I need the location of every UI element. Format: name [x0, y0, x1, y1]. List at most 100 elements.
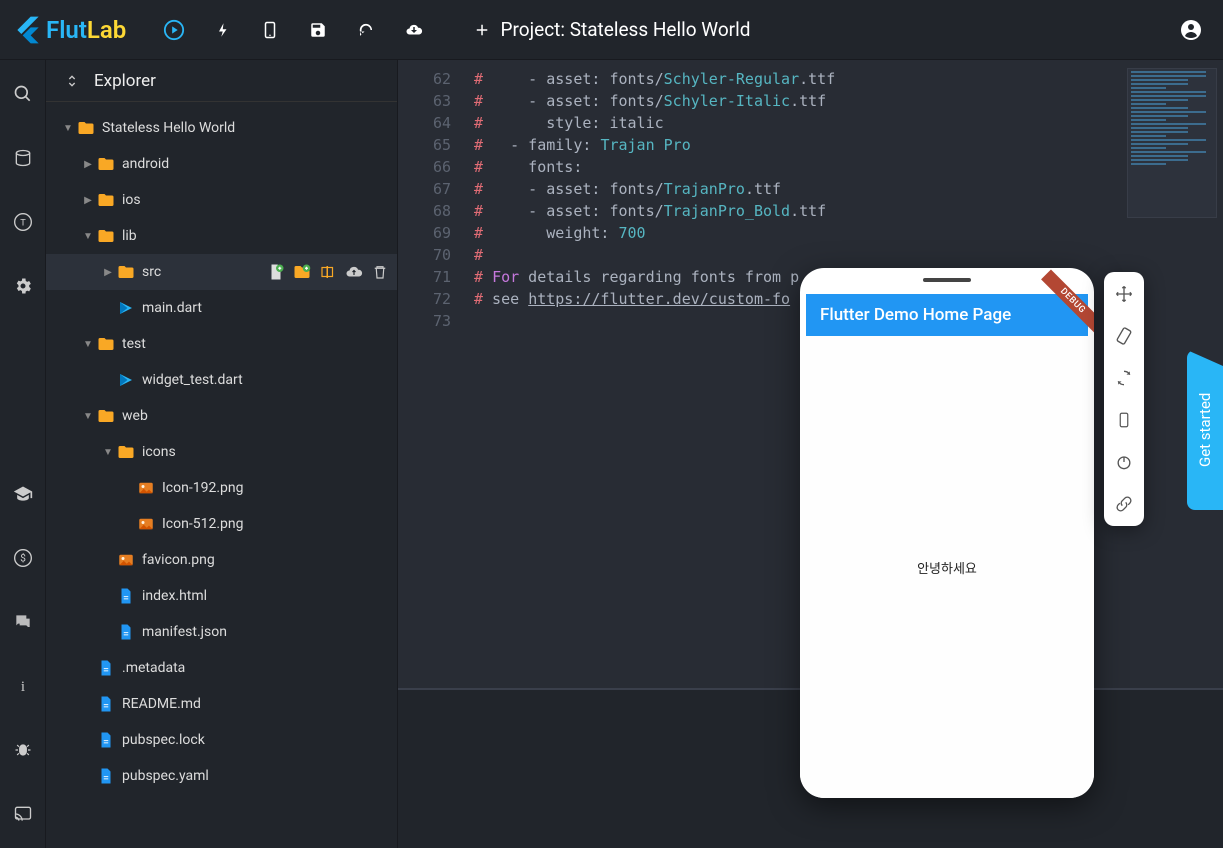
emulator-device[interactable]: Flutter Demo Home Page DEBUG 안녕하세요	[800, 268, 1094, 798]
tree-folder[interactable]: ▼ lib	[46, 218, 397, 254]
dart-file-icon	[117, 371, 135, 389]
chat-rail-button[interactable]	[5, 604, 41, 640]
new-folder-action[interactable]	[291, 261, 313, 283]
cloud-download-button[interactable]	[394, 10, 434, 50]
svg-text:T: T	[20, 217, 26, 228]
new-file-action[interactable]	[265, 261, 287, 283]
topbar: FlutLab Project: Stateless Hello World	[0, 0, 1223, 60]
tree-label: Stateless Hello World	[102, 120, 235, 136]
tree-file[interactable]: index.html	[46, 578, 397, 614]
learn-rail-button[interactable]	[5, 476, 41, 512]
tree-folder[interactable]: ▼Stateless Hello World	[46, 110, 397, 146]
image-file-icon	[117, 551, 135, 569]
type-rail-button[interactable]: T	[5, 204, 41, 240]
svg-text:i: i	[20, 679, 24, 695]
tree-label: manifest.json	[142, 624, 227, 640]
file-icon	[117, 587, 135, 605]
tree-label: pubspec.yaml	[122, 768, 209, 784]
file-icon	[117, 623, 135, 641]
emulator-link-button[interactable]	[1112, 492, 1136, 516]
emulator-body-text: 안녕하세요	[917, 558, 977, 577]
account-circle-icon	[1179, 18, 1203, 42]
image-file-icon	[137, 479, 155, 497]
tree-file[interactable]: .metadata	[46, 650, 397, 686]
tree-file[interactable]: Icon-192.png	[46, 470, 397, 506]
emulator-frame-button[interactable]	[1112, 408, 1136, 432]
bug-icon	[13, 740, 33, 760]
search-rail-button[interactable]	[5, 76, 41, 112]
save-button[interactable]	[298, 10, 338, 50]
project-title[interactable]: Project: Stateless Hello World	[473, 18, 751, 41]
tree-label: lib	[122, 228, 137, 244]
tree-file[interactable]: README.md	[46, 686, 397, 722]
emulator-appbar: Flutter Demo Home Page DEBUG	[806, 294, 1088, 336]
tree-label: index.html	[142, 588, 207, 604]
folder-icon	[97, 335, 115, 353]
logo-text-lab: Lab	[87, 16, 126, 44]
refresh-icon	[357, 21, 375, 39]
tree-label: Icon-512.png	[162, 516, 243, 532]
project-name: Stateless Hello World	[570, 18, 751, 41]
debug-banner: DEBUG	[1041, 269, 1094, 332]
refresh-button[interactable]	[346, 10, 386, 50]
tree-arrow-icon: ▶	[80, 195, 96, 206]
tree-folder[interactable]: ▶src	[46, 254, 397, 290]
tree-folder[interactable]: ▼test	[46, 326, 397, 362]
file-icon	[97, 731, 115, 749]
cloud-download-icon	[404, 21, 424, 39]
delete-action[interactable]	[369, 261, 391, 283]
activity-rail: T $ i	[0, 60, 46, 848]
cloud-up-icon	[345, 263, 363, 281]
code-content[interactable]: # - asset: fonts/Schyler-Regular.ttf# - …	[462, 60, 835, 688]
cast-icon	[13, 804, 33, 824]
folder-icon	[97, 407, 115, 425]
tree-file[interactable]: pubspec.lock	[46, 722, 397, 758]
tree-folder[interactable]: ▼icons	[46, 434, 397, 470]
file-tree: ▼Stateless Hello World▶android▶ios▼lib▶s…	[46, 102, 397, 848]
hot-reload-button[interactable]	[202, 10, 242, 50]
account-button[interactable]	[1171, 10, 1211, 50]
explorer-header: Explorer	[46, 60, 397, 102]
power-icon	[1114, 452, 1134, 472]
smartphone-icon	[261, 19, 279, 41]
emulator-rotate-button[interactable]	[1112, 324, 1136, 348]
image-file-icon	[137, 515, 155, 533]
info-rail-button[interactable]: i	[5, 668, 41, 704]
emulator-move-button[interactable]	[1112, 282, 1136, 306]
tree-folder[interactable]: ▶android	[46, 146, 397, 182]
emulator-speaker	[923, 278, 971, 282]
tree-file[interactable]: widget_test.dart	[46, 362, 397, 398]
database-rail-button[interactable]	[5, 140, 41, 176]
rename-action[interactable]	[317, 261, 339, 283]
unfold-icon[interactable]	[64, 73, 80, 89]
tree-label: .metadata	[122, 660, 185, 676]
bug-rail-button[interactable]	[5, 732, 41, 768]
folder-icon	[77, 119, 95, 137]
run-button[interactable]	[154, 10, 194, 50]
tree-file[interactable]: pubspec.yaml	[46, 758, 397, 794]
get-started-tab[interactable]: Get started	[1187, 350, 1223, 510]
tree-file[interactable]: manifest.json	[46, 614, 397, 650]
tree-folder[interactable]: ▼web	[46, 398, 397, 434]
tree-file[interactable]: favicon.png	[46, 542, 397, 578]
tree-label: android	[122, 156, 169, 172]
emulator-power-button[interactable]	[1112, 450, 1136, 474]
rename-icon	[319, 263, 337, 281]
cast-rail-button[interactable]	[5, 796, 41, 832]
device-button[interactable]	[250, 10, 290, 50]
tree-label: widget_test.dart	[142, 372, 243, 388]
tree-arrow-icon: ▼	[80, 231, 96, 242]
search-icon	[13, 84, 33, 104]
tree-folder[interactable]: ▶ios	[46, 182, 397, 218]
file-icon	[97, 767, 115, 785]
settings-rail-button[interactable]	[5, 268, 41, 304]
minimap[interactable]	[1127, 68, 1217, 218]
emulator-reload-button[interactable]	[1112, 366, 1136, 390]
logo-text-flut: Flut	[46, 16, 87, 44]
tree-label: icons	[142, 444, 176, 460]
tree-file[interactable]: main.dart	[46, 290, 397, 326]
billing-rail-button[interactable]: $	[5, 540, 41, 576]
logo[interactable]: FlutLab	[12, 14, 126, 46]
cloud-action[interactable]	[343, 261, 365, 283]
tree-file[interactable]: Icon-512.png	[46, 506, 397, 542]
